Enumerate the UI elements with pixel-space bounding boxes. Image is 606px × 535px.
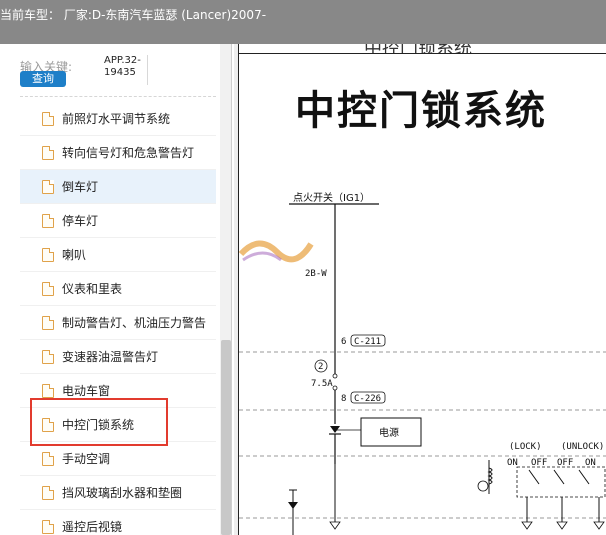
document-icon [42,384,54,398]
document-icon [42,112,54,126]
lock-label: (LOCK) [509,442,542,452]
topic-label: 挡风玻璃刮水器和垫圈 [62,486,183,500]
scrollbar-thumb[interactable] [221,340,231,535]
connector-2-pin: 8 [341,394,346,404]
topic-label: 制动警告灯、机油压力警告 [62,316,207,330]
topic-label: 变速器油温警告灯 [62,350,159,364]
topic-item[interactable]: 挡风玻璃刮水器和垫圈 [20,476,216,510]
document-icon [42,316,54,330]
fuse-number: 2 [318,362,323,372]
topic-label: 喇叭 [62,248,87,262]
fuse-rating: 7.5A [311,379,333,389]
topic-label: 倒车灯 [62,180,99,194]
document-icon [42,350,54,364]
ignition-label: 点火开关（IG1） [293,191,370,204]
sidebar-scrollbar[interactable] [220,44,231,535]
document-viewer: 中控门锁系统 中控门锁系统 点火开关（IG1） 2B-W 6 C-211 2 7… [234,44,606,535]
divider [20,96,216,97]
app-code: APP.32-19435 [104,55,148,85]
topic-label: 电动车窗 [62,384,111,398]
topic-item[interactable]: 中控门锁系统 [20,408,216,442]
topic-sidebar: 输入关键: 查询 APP.32-19435 前照灯水平调节系统 转向信号灯和危急警… [0,44,232,535]
wire-label: 2B-W [305,269,327,279]
unlock-label: (UNLOCK) [561,442,604,452]
topic-label: 停车灯 [62,214,99,228]
topic-item[interactable]: 停车灯 [20,204,216,238]
power-label: 电源 [379,426,399,439]
title-bar: 当前车型： 厂家:D-东南汽车蓝瑟 (Lancer)2007- [0,0,606,44]
connector-1-pin: 6 [341,337,346,347]
topic-item[interactable]: 电动车窗 [20,374,216,408]
topic-item[interactable]: 前照灯水平调节系统 [20,102,216,136]
topic-item[interactable]: 手动空调 [20,442,216,476]
topic-item[interactable]: 喇叭 [20,238,216,272]
switch-off-1: OFF [531,458,547,468]
topic-list: 前照灯水平调节系统转向信号灯和危急警告灯 倒车灯停车灯喇叭仪表和里表制动警告灯、机… [20,102,216,535]
topic-item[interactable]: 倒车灯 [20,170,216,204]
topic-label: 遥控后视镜 [62,520,123,534]
document-page: 中控门锁系统 中控门锁系统 点火开关（IG1） 2B-W 6 C-211 2 7… [238,44,606,535]
topic-label: 前照灯水平调节系统 [62,112,171,126]
topic-item[interactable]: 制动警告灯、机油压力警告 [20,306,216,340]
topic-label: 中控门锁系统 [62,418,135,432]
document-icon [42,418,54,432]
document-icon [42,452,54,466]
topic-item[interactable]: 转向信号灯和危急警告灯 [20,136,216,170]
topic-label: 仪表和里表 [62,282,123,296]
connector-1-label: C-211 [354,337,381,347]
topic-item[interactable]: 遥控后视镜 [20,510,216,535]
topic-label: 转向信号灯和危急警告灯 [62,146,195,160]
switch-on-2: ON [585,458,596,468]
document-icon [42,180,54,194]
document-icon [42,248,54,262]
topic-item[interactable]: 仪表和里表 [20,272,216,306]
switch-off-2: OFF [557,458,573,468]
document-icon [42,282,54,296]
query-button[interactable]: 查询 [20,71,66,87]
document-icon [42,520,54,534]
current-vehicle-title: 当前车型： 厂家:D-东南汽车蓝瑟 (Lancer)2007- [0,8,267,22]
wiring-schematic: 点火开关（IG1） 2B-W 6 C-211 2 7.5A 8 C-226 电源… [239,191,606,535]
topic-item[interactable]: 变速器油温警告灯 [20,340,216,374]
document-icon [42,214,54,228]
topic-label: 手动空调 [62,452,111,466]
document-icon [42,146,54,160]
document-icon [42,486,54,500]
connector-2-label: C-226 [354,394,381,404]
switch-on-1: ON [507,458,518,468]
